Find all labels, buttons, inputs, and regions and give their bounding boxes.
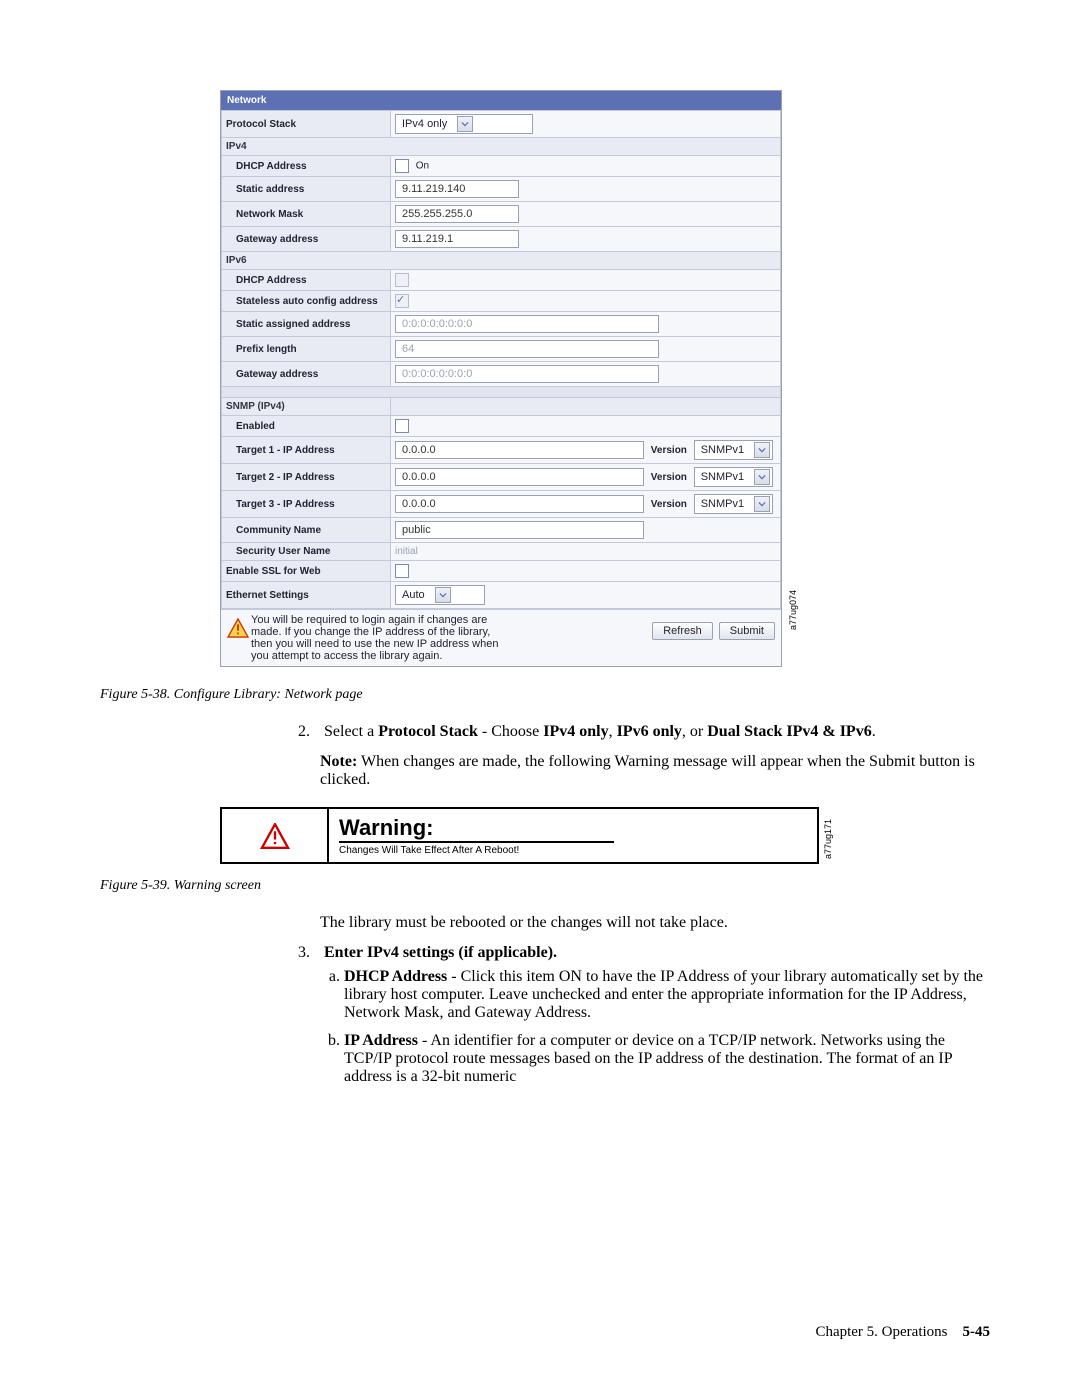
snmp-target3-label: Target 3 - IP Address [222, 491, 391, 518]
ipv4-dhcp-checkbox[interactable] [395, 159, 409, 173]
ipv4-static-input[interactable]: 9.11.219.140 [395, 180, 519, 198]
network-footer: You will be required to login again if c… [221, 609, 781, 666]
secuser-label: Security User Name [222, 543, 391, 561]
chevron-down-icon [754, 442, 770, 458]
ipv4-section: IPv4 [222, 138, 781, 156]
ipv6-dhcp-checkbox[interactable] [395, 273, 409, 287]
refresh-button[interactable]: Refresh [652, 622, 713, 640]
ipv4-mask-input[interactable]: 255.255.255.0 [395, 205, 519, 223]
snmp-target1-version-dropdown[interactable]: SNMPv1 [694, 440, 773, 460]
snmp-target3-vlabel: Version [647, 499, 691, 510]
snmp-target3-version-dropdown[interactable]: SNMPv1 [694, 494, 773, 514]
warning-icon [227, 618, 249, 638]
step-2: 2. Select a Protocol Stack - Choose IPv4… [320, 723, 990, 789]
snmp-section: SNMP (IPv4) [222, 398, 391, 416]
snmp-target1-vlabel: Version [647, 445, 691, 456]
network-header: Network [221, 91, 781, 110]
community-input[interactable]: public [395, 521, 644, 539]
snmp-target1-label: Target 1 - IP Address [222, 437, 391, 464]
protocol-stack-cell: IPv4 only [391, 111, 781, 138]
page: Network Protocol Stack IPv4 only IPv4 DH… [0, 0, 1080, 1397]
step-3: 3. Enter IPv4 settings (if applicable). … [320, 944, 990, 1086]
eth-value: Auto [402, 589, 425, 601]
snmp-target3-ip[interactable]: 0.0.0.0 [395, 495, 644, 513]
snmp-enabled-checkbox[interactable] [395, 419, 409, 433]
ipv6-prefix-label: Prefix length [222, 337, 391, 362]
network-figure: Network Protocol Stack IPv4 only IPv4 DH… [220, 90, 782, 667]
snmp-target3-version: SNMPv1 [701, 498, 744, 510]
snmp-enabled-label: Enabled [222, 416, 391, 437]
ipv6-gw-input[interactable]: 0:0:0:0:0:0:0:0 [395, 365, 659, 383]
step-3a: DHCP Address - Click this item ON to hav… [344, 968, 990, 1022]
snmp-target2-version-dropdown[interactable]: SNMPv1 [694, 467, 773, 487]
ipv4-gw-input[interactable]: 9.11.219.1 [395, 230, 519, 248]
figure-side-label: a77ug171 [823, 819, 833, 859]
figure-38-caption: Figure 5-38. Configure Library: Network … [100, 687, 990, 703]
snmp-target2-vlabel: Version [647, 472, 691, 483]
ipv6-dhcp-label: DHCP Address [222, 270, 391, 291]
ipv4-dhcp-label: DHCP Address [222, 156, 391, 177]
ipv4-gw-label: Gateway address [222, 227, 391, 252]
network-footer-text: You will be required to login again if c… [251, 614, 511, 662]
ipv6-static-label: Static assigned address [222, 312, 391, 337]
ipv6-prefix-input[interactable]: 64 [395, 340, 659, 358]
ipv4-mask-label: Network Mask [222, 202, 391, 227]
eth-dropdown[interactable]: Auto [395, 585, 485, 605]
chevron-down-icon [457, 116, 473, 132]
protocol-stack-label: Protocol Stack [222, 111, 391, 138]
ipv6-stateless-checkbox[interactable] [395, 294, 409, 308]
ssl-label: Enable SSL for Web [222, 561, 391, 582]
page-footer: Chapter 5. Operations 5-45 [815, 1324, 990, 1341]
snmp-target2-ip[interactable]: 0.0.0.0 [395, 468, 644, 486]
note: Note: When changes are made, the followi… [320, 753, 990, 789]
protocol-stack-value: IPv4 only [402, 118, 447, 130]
chevron-down-icon [754, 469, 770, 485]
warning-subtext: Changes Will Take Effect After A Reboot! [339, 845, 807, 856]
ipv6-stateless-label: Stateless auto config address [222, 291, 391, 312]
snmp-target1-ip[interactable]: 0.0.0.0 [395, 441, 644, 459]
community-label: Community Name [222, 518, 391, 543]
snmp-target1-version: SNMPv1 [701, 444, 744, 456]
ipv6-gw-label: Gateway address [222, 362, 391, 387]
chevron-down-icon [435, 587, 451, 603]
chevron-down-icon [754, 496, 770, 512]
ipv4-static-label: Static address [222, 177, 391, 202]
secuser-value: initial [395, 546, 418, 557]
warning-icon [260, 823, 290, 849]
reboot-note: The library must be rebooted or the chan… [320, 912, 990, 934]
warning-title: Warning: [339, 815, 614, 843]
figure-side-label: a77ug074 [788, 590, 798, 630]
protocol-stack-dropdown[interactable]: IPv4 only [395, 114, 533, 134]
ipv6-section: IPv6 [222, 252, 781, 270]
figure-39-caption: Figure 5-39. Warning screen [100, 878, 990, 894]
ipv6-static-input[interactable]: 0:0:0:0:0:0:0:0 [395, 315, 659, 333]
ipv4-dhcp-text: On [416, 161, 429, 172]
warning-figure: Warning: Changes Will Take Effect After … [220, 807, 819, 864]
eth-label: Ethernet Settings [222, 582, 391, 609]
submit-button[interactable]: Submit [719, 622, 775, 640]
snmp-target2-label: Target 2 - IP Address [222, 464, 391, 491]
snmp-target2-version: SNMPv1 [701, 471, 744, 483]
step-3b: IP Address - An identifier for a compute… [344, 1032, 990, 1086]
ssl-checkbox[interactable] [395, 564, 409, 578]
